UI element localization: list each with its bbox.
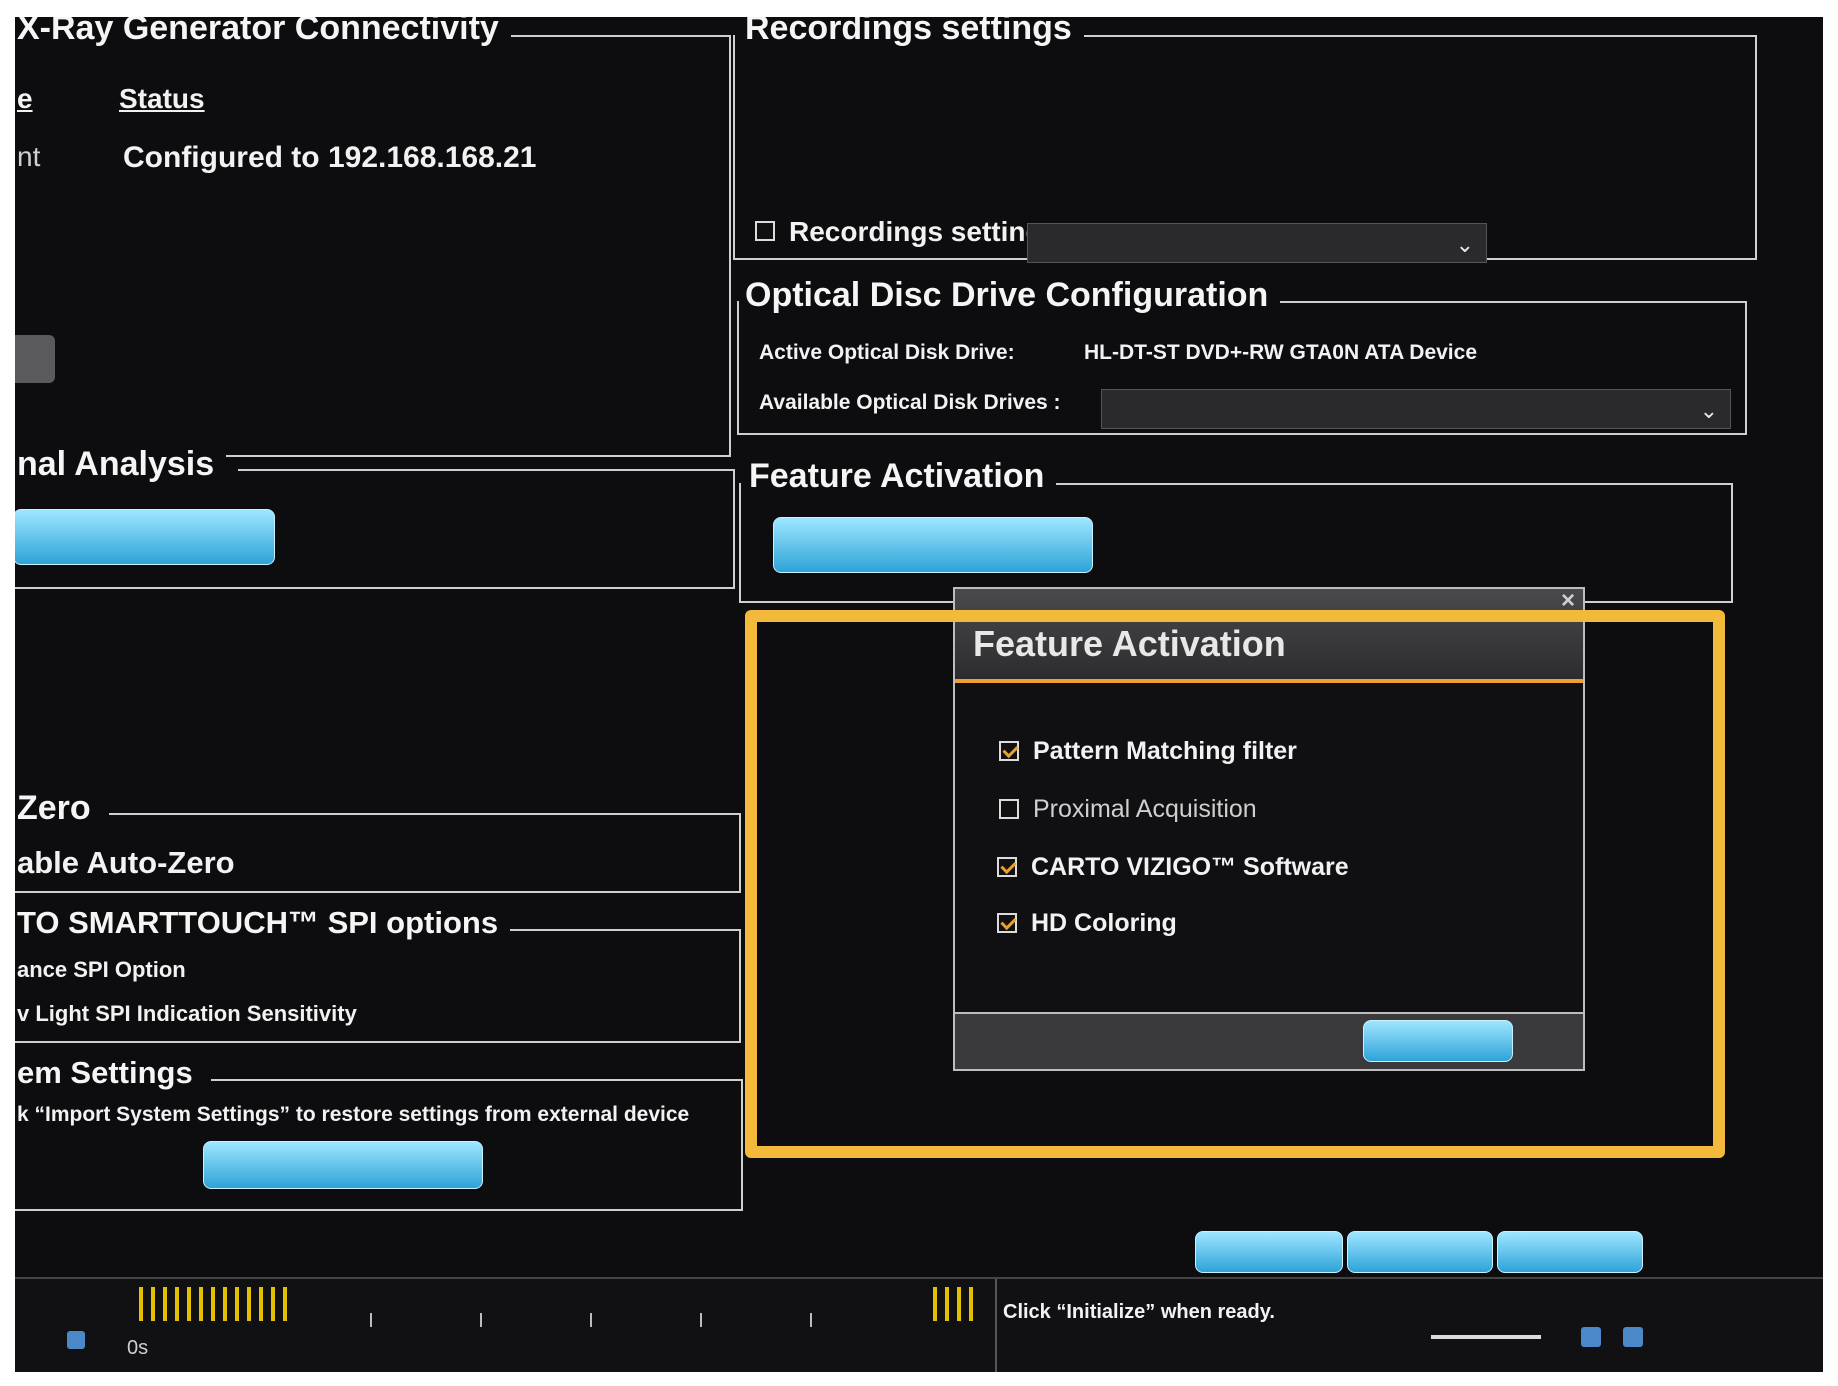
optical-drive-title: Optical Disc Drive Configuration [741, 276, 1281, 315]
group-title-line [1273, 301, 1745, 303]
feature-activation-group: Feature Activation [739, 457, 1733, 603]
signal-mark [223, 1287, 227, 1321]
timeline-tick [700, 1313, 702, 1327]
feature-activation-button[interactable] [773, 517, 1093, 573]
group-title-line [211, 1079, 741, 1081]
available-drives-label: Available Optical Disk Drives : [759, 391, 1061, 414]
status-message: Click “Initialize” when ready. [1003, 1301, 1275, 1323]
signal-mark [283, 1287, 287, 1321]
chevron-down-icon: ⌄ [1699, 398, 1718, 423]
signal-mark [957, 1287, 961, 1321]
timeline-zero-label: 0s [127, 1337, 149, 1359]
signal-mark [271, 1287, 275, 1321]
available-drives-dropdown[interactable]: ⌄ [1101, 389, 1731, 429]
auto-zero-option[interactable]: able Auto-Zero [17, 845, 235, 881]
xray-connectivity-group: X-Ray Generator Connectivity e Status nt… [15, 17, 731, 457]
group-title-line [238, 469, 733, 471]
annotation-highlight-frame [745, 610, 1725, 1158]
signal-mark [235, 1287, 239, 1321]
active-drive-value: HL-DT-ST DVD+-RW GTA0N ATA Device [1084, 341, 1478, 364]
system-settings-hint: k “Import System Settings” to restore se… [17, 1103, 690, 1126]
signal-mark [175, 1287, 179, 1321]
grid-icon[interactable] [1581, 1327, 1601, 1347]
timeline-tick [810, 1313, 812, 1327]
column-header-status: Status [119, 83, 205, 114]
smarttouch-spi-group: TO SMARTTOUCH™ SPI options ance SPI Opti… [15, 905, 741, 1043]
group-title-line [109, 813, 739, 815]
chevron-down-icon: ⌄ [1455, 232, 1474, 257]
feature-activation-title: Feature Activation [745, 457, 1057, 496]
signal-mark [945, 1287, 949, 1321]
signal-analysis-group: nal Analysis [15, 445, 735, 589]
partial-button[interactable] [15, 335, 55, 383]
import-system-settings-button[interactable] [203, 1141, 483, 1189]
signal-mark [163, 1287, 167, 1321]
timeline-tick [480, 1313, 482, 1327]
row-left-cell: nt [17, 141, 41, 172]
group-title-line [501, 929, 739, 931]
signal-mark [187, 1287, 191, 1321]
signal-mark [151, 1287, 155, 1321]
ok-button[interactable] [1347, 1231, 1493, 1273]
signal-mark [933, 1287, 937, 1321]
timeline-tick [590, 1313, 592, 1327]
xray-connectivity-title: X-Ray Generator Connectivity [15, 17, 511, 48]
group-title-line [1041, 483, 1731, 485]
group-title-line [1073, 35, 1755, 37]
zoom-icon[interactable] [67, 1331, 85, 1349]
system-settings-group: em Settings k “Import System Settings” t… [15, 1055, 743, 1211]
column-header-left: e [17, 83, 33, 114]
timeline-bar: 0s Click “Initialize” when ready. [15, 1277, 1823, 1372]
timeline-divider [995, 1279, 997, 1372]
active-drive-label: Active Optical Disk Drive: [759, 341, 1015, 364]
auto-zero-group: Zero able Auto-Zero [15, 789, 741, 893]
connectivity-status-value: Configured to 192.168.168.21 [123, 141, 537, 174]
auto-zero-title: Zero [15, 789, 103, 828]
progress-line [1431, 1335, 1541, 1339]
signal-mark [969, 1287, 973, 1321]
signal-analysis-button[interactable] [15, 509, 275, 565]
apply-button[interactable] [1195, 1231, 1343, 1273]
signal-mark [139, 1287, 143, 1321]
edit-icon[interactable] [1623, 1327, 1643, 1347]
signal-mark [199, 1287, 203, 1321]
cancel-button[interactable] [1497, 1231, 1643, 1273]
system-settings-title: em Settings [15, 1055, 205, 1091]
signal-analysis-title: nal Analysis [15, 445, 227, 484]
recordings-settings-dropdown[interactable]: ⌄ [1027, 223, 1487, 263]
smarttouch-spi-title: TO SMARTTOUCH™ SPI options [15, 905, 511, 941]
signal-mark [247, 1287, 251, 1321]
recordings-settings-group: Recordings settings Recordings settings … [733, 17, 1757, 263]
recordings-settings-title: Recordings settings [741, 17, 1084, 48]
spi-option-1[interactable]: ance SPI Option [17, 957, 186, 983]
timeline-tick [370, 1313, 372, 1327]
signal-mark [259, 1287, 263, 1321]
signal-mark [211, 1287, 215, 1321]
spi-option-2[interactable]: v Light SPI Indication Sensitivity [17, 1001, 357, 1027]
recordings-settings-checkbox[interactable] [755, 221, 775, 241]
optical-drive-group: Optical Disc Drive Configuration Active … [737, 276, 1747, 435]
recordings-settings-checkbox-label: Recordings settings [789, 216, 1059, 247]
